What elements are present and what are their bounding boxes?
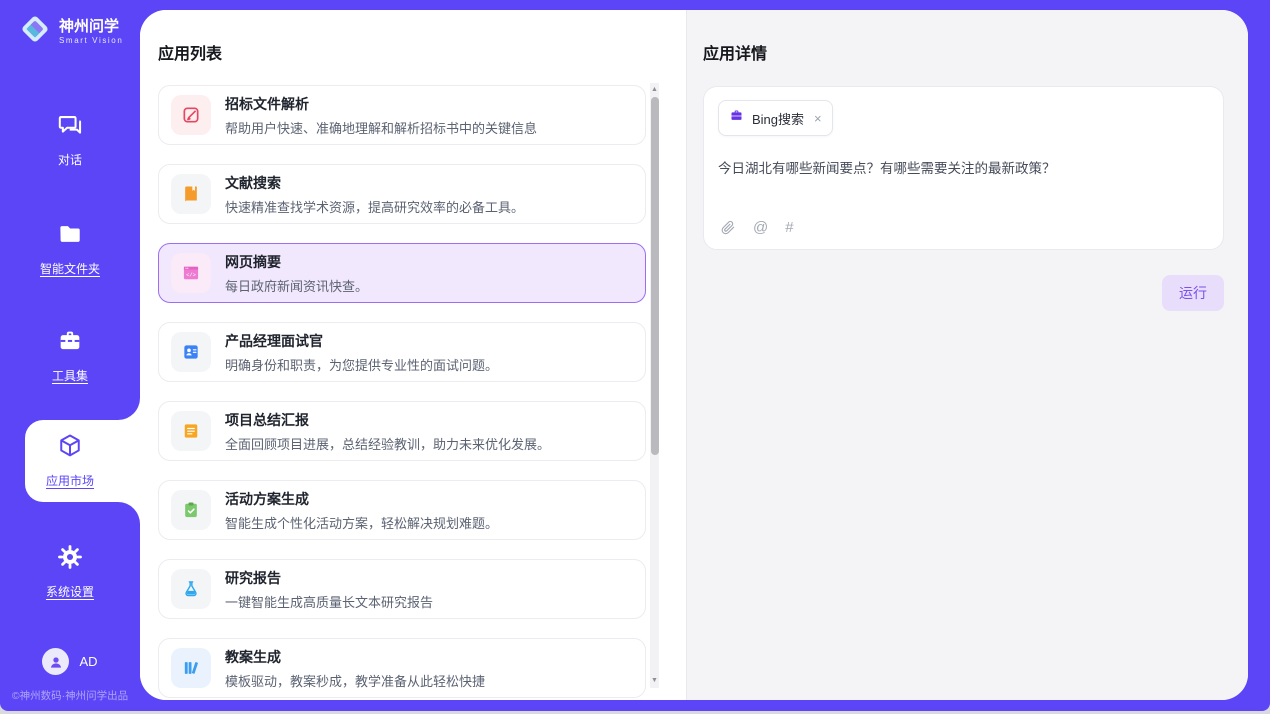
app-card-description: 明确身份和职责，为您提供专业性的面试问题。	[225, 355, 498, 374]
brand-name: 神州问学	[59, 18, 123, 35]
composer-toolbar: @ #	[720, 219, 794, 236]
sidebar-item-label: 对话	[58, 151, 82, 168]
sidebar-item-app-market[interactable]: 应用市场	[0, 432, 140, 489]
app-card-bid-parse[interactable]: 招标文件解析 帮助用户快速、准确地理解和解析招标书中的关键信息	[158, 85, 646, 145]
document-edit-icon	[171, 95, 211, 135]
sidebar-item-label: 应用市场	[46, 472, 94, 489]
gear-icon	[56, 543, 84, 576]
app-card-title: 研究报告	[225, 568, 433, 588]
app-card-title: 网页摘要	[225, 252, 368, 272]
query-text[interactable]: 今日湖北有哪些新闻要点？有哪些需要关注的最新政策？	[718, 157, 1209, 177]
cube-icon	[56, 432, 84, 465]
mention-icon[interactable]: @	[753, 220, 768, 235]
app-window: 神州问学 Smart Vision 对话 智能文件夹	[0, 0, 1270, 711]
content-area: 应用列表 招标文件解析 帮助用户快速、准确地理解和解析招标书中的关键信息	[140, 10, 1248, 700]
app-list-title: 应用列表	[158, 40, 686, 64]
gem-logo-icon	[18, 12, 52, 51]
user-name: AD	[79, 654, 97, 669]
app-card-title: 活动方案生成	[225, 489, 498, 509]
sidebar-item-label: 系统设置	[46, 583, 94, 600]
app-card-description: 帮助用户快速、准确地理解和解析招标书中的关键信息	[225, 118, 537, 137]
app-card-title: 项目总结汇报	[225, 410, 550, 430]
app-card-description: 模板驱动，教案秒成，教学准备从此轻松快捷	[225, 671, 485, 690]
interviewer-badge-icon	[171, 332, 211, 372]
app-card-list: 招标文件解析 帮助用户快速、准确地理解和解析招标书中的关键信息 文献搜索 快速精…	[158, 85, 646, 700]
toolbox-icon	[56, 327, 84, 360]
research-flask-icon	[171, 569, 211, 609]
tool-tag-label: Bing搜索	[752, 109, 804, 128]
app-card-title: 招标文件解析	[225, 94, 537, 114]
app-card-description: 快速精准查找学术资源，提高研究效率的必备工具。	[225, 197, 524, 216]
list-scrollbar[interactable]: ▲ ▼	[650, 83, 659, 688]
sidebar-item-label: 工具集	[52, 367, 88, 384]
sidebar-item-smart-folder[interactable]: 智能文件夹	[0, 221, 140, 277]
sidebar-item-chat[interactable]: 对话	[0, 112, 140, 168]
report-notes-icon	[171, 411, 211, 451]
app-card-research-report[interactable]: 研究报告 一键智能生成高质量长文本研究报告	[158, 559, 646, 619]
attachment-icon[interactable]	[720, 219, 736, 236]
lesson-books-icon	[171, 648, 211, 688]
brand-tagline: Smart Vision	[59, 36, 123, 45]
app-card-title: 产品经理面试官	[225, 331, 498, 351]
chat-icon	[57, 112, 84, 144]
scroll-up-icon[interactable]: ▲	[650, 85, 659, 95]
user-avatar-icon[interactable]	[42, 648, 69, 675]
copyright-footer: ©神州数码·神州问学出品	[0, 688, 140, 703]
app-card-title: 文献搜索	[225, 173, 524, 193]
scroll-down-icon[interactable]: ▼	[650, 676, 659, 686]
app-card-description: 每日政府新闻资讯快查。	[225, 276, 368, 295]
sidebar: 神州问学 Smart Vision 对话 智能文件夹	[0, 0, 140, 711]
run-button[interactable]: 运行	[1162, 275, 1224, 311]
clipboard-check-icon	[171, 490, 211, 530]
app-card-description: 全面回顾项目进展，总结经验教训，助力未来优化发展。	[225, 434, 550, 453]
app-card-description: 一键智能生成高质量长文本研究报告	[225, 592, 433, 611]
app-detail-panel: 应用详情 Bing搜索 × 今日湖北有哪些新闻要点？有哪些需要关注	[686, 10, 1248, 700]
app-card-pm-interviewer[interactable]: 产品经理面试官 明确身份和职责，为您提供专业性的面试问题。	[158, 322, 646, 382]
sidebar-item-toolset[interactable]: 工具集	[0, 327, 140, 384]
app-list-panel: 应用列表 招标文件解析 帮助用户快速、准确地理解和解析招标书中的关键信息	[140, 10, 686, 700]
prompt-composer[interactable]: Bing搜索 × 今日湖北有哪些新闻要点？有哪些需要关注的最新政策？ @ #	[703, 86, 1224, 250]
sidebar-item-settings[interactable]: 系统设置	[0, 543, 140, 600]
svg-text:</>: </>	[186, 272, 196, 279]
remove-tag-icon[interactable]: ×	[814, 112, 822, 125]
briefcase-icon	[729, 108, 744, 128]
sidebar-item-label: 智能文件夹	[40, 260, 100, 277]
tab-curve-bottom	[118, 502, 140, 524]
book-icon	[171, 174, 211, 214]
app-card-title: 教案生成	[225, 647, 485, 667]
app-card-description: 智能生成个性化活动方案，轻松解决规划难题。	[225, 513, 498, 532]
tool-tag-bing-search[interactable]: Bing搜索 ×	[718, 100, 833, 136]
run-row: 运行	[703, 275, 1224, 311]
app-card-project-summary[interactable]: 项目总结汇报 全面回顾项目进展，总结经验教训，助力未来优化发展。	[158, 401, 646, 461]
user-account[interactable]: AD	[0, 648, 140, 675]
hash-icon[interactable]: #	[785, 220, 793, 235]
app-detail-title: 应用详情	[703, 40, 1224, 64]
tab-curve-top	[118, 398, 140, 420]
folder-icon	[57, 221, 84, 253]
app-card-activity-plan[interactable]: 活动方案生成 智能生成个性化活动方案，轻松解决规划难题。	[158, 480, 646, 540]
scrollbar-thumb[interactable]	[651, 97, 659, 455]
app-card-web-summary[interactable]: </> 网页摘要 每日政府新闻资讯快查。	[158, 243, 646, 303]
app-card-literature-search[interactable]: 文献搜索 快速精准查找学术资源，提高研究效率的必备工具。	[158, 164, 646, 224]
brand-logo: 神州问学 Smart Vision	[18, 12, 123, 51]
browser-code-icon: </>	[171, 253, 211, 293]
app-card-lesson-plan[interactable]: 教案生成 模板驱动，教案秒成，教学准备从此轻松快捷	[158, 638, 646, 698]
